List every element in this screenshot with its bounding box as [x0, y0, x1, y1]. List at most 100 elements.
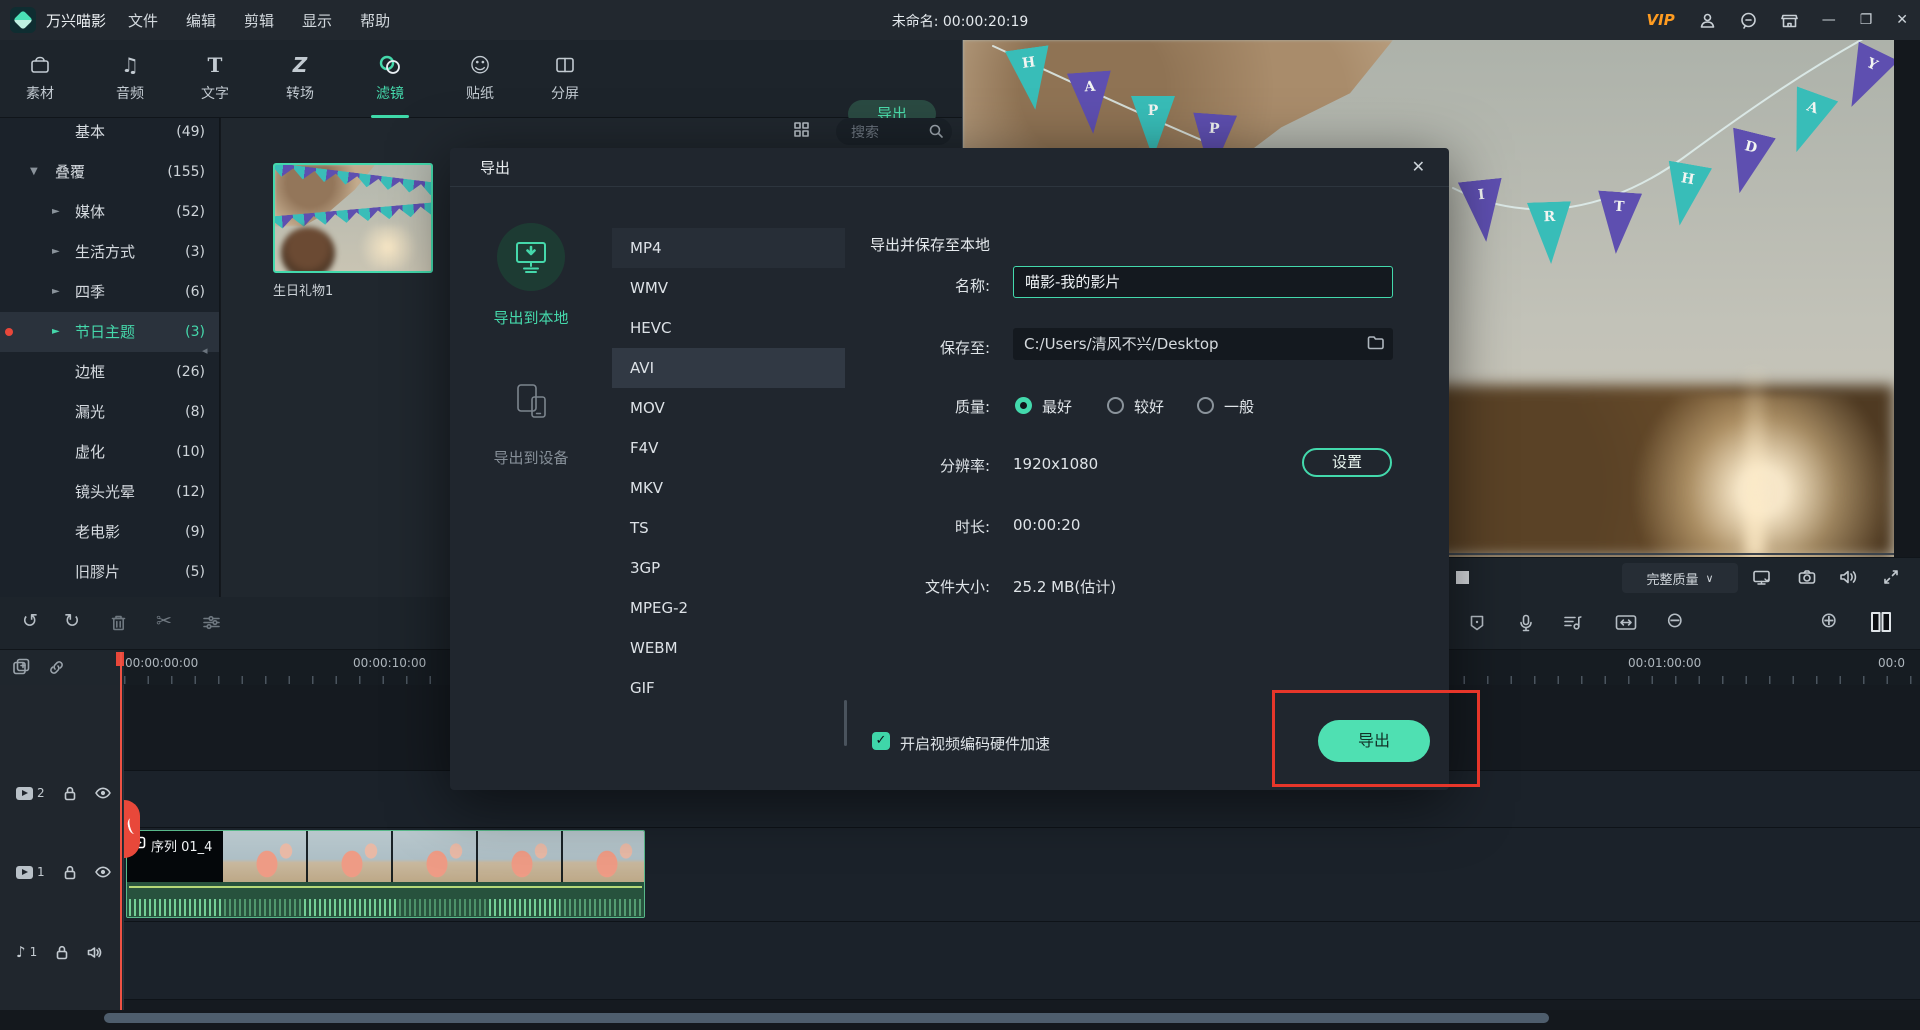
duplicate-icon[interactable]	[12, 658, 30, 676]
store-icon[interactable]	[1781, 12, 1798, 29]
sidebar-item[interactable]: ► 节日主题 (3)	[0, 312, 219, 352]
lock-icon[interactable]	[56, 945, 68, 960]
sidebar-item[interactable]: 边框 (26)	[0, 352, 219, 392]
zoom-in-icon[interactable]: ⊕	[1820, 608, 1838, 632]
sidebar-item[interactable]: ► 生活方式 (3)	[0, 232, 219, 272]
restore-button[interactable]: ❐	[1860, 12, 1873, 28]
tab-stickers[interactable]: ☺ 贴纸	[438, 44, 522, 118]
sidebar-item[interactable]: 基本 (49)	[0, 118, 219, 152]
tab-filters[interactable]: 滤镜	[348, 44, 432, 118]
snapshot-camera-icon[interactable]	[1798, 569, 1816, 585]
panel-collapse-icon[interactable]: ◂	[202, 344, 208, 357]
sidebar-item[interactable]: 漏光 (8)	[0, 392, 219, 432]
clip-transition-badge[interactable]	[124, 800, 140, 858]
hw-accel-checkbox[interactable]: ✓	[872, 732, 890, 750]
name-input[interactable]: 喵影-我的影片	[1013, 266, 1393, 298]
display-device-icon[interactable]	[1752, 569, 1771, 586]
quality-radio-better[interactable]	[1107, 397, 1124, 414]
tab-text[interactable]: T 文字	[173, 44, 257, 118]
eye-icon[interactable]	[95, 866, 111, 878]
format-option[interactable]: WEBM	[612, 628, 845, 668]
filter-thumbnail-selected[interactable]	[273, 163, 433, 273]
format-option[interactable]: 3GP	[612, 548, 845, 588]
link-icon[interactable]	[48, 659, 65, 676]
quality-option-label[interactable]: 一般	[1224, 396, 1254, 417]
marker-icon[interactable]	[1469, 614, 1485, 632]
fit-timeline-icon[interactable]	[1615, 614, 1637, 631]
feedback-icon[interactable]	[1740, 12, 1757, 29]
close-button[interactable]: ✕	[1896, 12, 1908, 28]
export-local-label[interactable]: 导出到本地	[450, 307, 612, 328]
format-option[interactable]: WMV	[612, 268, 845, 308]
sidebar-item[interactable]: 镜头光晕 (12)	[0, 472, 219, 512]
quality-option-label[interactable]: 较好	[1134, 396, 1164, 417]
format-option[interactable]: MKV	[612, 468, 845, 508]
volume-icon[interactable]	[1839, 569, 1857, 585]
playhead-line[interactable]	[120, 652, 122, 1010]
save-path-value: C:/Users/清风不兴/Desktop	[1024, 335, 1219, 353]
split-scissors-icon[interactable]: ✂	[156, 610, 172, 632]
record-voiceover-icon[interactable]	[1519, 614, 1533, 632]
format-list-scrollbar[interactable]	[844, 700, 847, 746]
menu-clip[interactable]: 剪辑	[244, 10, 274, 31]
folder-icon[interactable]	[1367, 335, 1384, 350]
format-label: GIF	[630, 679, 655, 697]
export-device-label[interactable]: 导出到设备	[450, 447, 612, 468]
search-placeholder: 搜索	[851, 122, 879, 142]
redo-icon[interactable]: ↻	[64, 610, 80, 632]
save-path-field[interactable]: C:/Users/清风不兴/Desktop	[1013, 328, 1393, 360]
menu-edit[interactable]: 编辑	[186, 10, 216, 31]
format-option[interactable]: MP4	[612, 228, 845, 268]
tab-splitscreen[interactable]: 分屏	[523, 44, 607, 118]
clip-filmstrip	[223, 831, 644, 882]
sidebar-item[interactable]: ▼ 叠覆 (155)	[0, 152, 219, 192]
minimize-button[interactable]: —	[1822, 12, 1836, 28]
sidebar-item[interactable]: 旧膠片 (5)	[0, 552, 219, 592]
menu-help[interactable]: 帮助	[360, 10, 390, 31]
playback-quality-dropdown[interactable]: 完整质量 ∨	[1622, 563, 1738, 593]
sidebar-item[interactable]: 虚化 (10)	[0, 432, 219, 472]
format-option[interactable]: AVI	[612, 348, 845, 388]
timeline-clip[interactable]: 序列 01_4	[126, 830, 645, 918]
menu-view[interactable]: 显示	[302, 10, 332, 31]
adjust-sliders-icon[interactable]	[202, 614, 221, 631]
audio-track-1-lane[interactable]	[0, 921, 1920, 1000]
fullscreen-icon[interactable]	[1883, 569, 1899, 585]
sidebar-item[interactable]: ► 四季 (6)	[0, 272, 219, 312]
quality-radio-best[interactable]	[1015, 397, 1032, 414]
grid-view-icon[interactable]	[793, 121, 810, 138]
undo-icon[interactable]: ↺	[22, 610, 38, 632]
resolution-settings-button[interactable]: 设置	[1302, 448, 1392, 477]
format-option[interactable]: GIF	[612, 668, 845, 708]
scrollbar-thumb[interactable]	[104, 1013, 1549, 1023]
stop-button[interactable]	[1456, 571, 1469, 584]
sidebar-item[interactable]: ► 媒体 (52)	[0, 192, 219, 232]
menu-file[interactable]: 文件	[128, 10, 158, 31]
hw-accel-label[interactable]: 开启视频编码硬件加速	[900, 733, 1050, 754]
zoom-out-icon[interactable]: ⊖	[1666, 608, 1684, 632]
tab-audio[interactable]: ♫ 音频	[88, 44, 172, 118]
delete-icon[interactable]	[110, 614, 127, 632]
search-input[interactable]: 搜索	[836, 118, 952, 145]
quality-option-label[interactable]: 最好	[1042, 396, 1072, 417]
dual-viewer-icon[interactable]	[1869, 611, 1893, 633]
tab-transition[interactable]: Z 转场	[258, 44, 342, 118]
speaker-icon[interactable]	[87, 946, 102, 959]
dialog-close-icon[interactable]: ✕	[1412, 157, 1425, 176]
quality-radio-normal[interactable]	[1197, 397, 1214, 414]
sidebar-item[interactable]: 老电影 (9)	[0, 512, 219, 552]
vip-badge[interactable]: VIP	[1647, 11, 1675, 29]
tab-media[interactable]: 素材	[0, 44, 82, 118]
export-device-tab[interactable]	[512, 381, 552, 421]
audio-mixer-icon[interactable]	[1563, 614, 1582, 631]
format-option[interactable]: HEVC	[612, 308, 845, 348]
format-option[interactable]: MPEG-2	[612, 588, 845, 628]
format-option[interactable]: TS	[612, 508, 845, 548]
eye-icon[interactable]	[95, 787, 111, 799]
lock-icon[interactable]	[64, 865, 76, 880]
export-local-tab[interactable]	[497, 223, 565, 291]
format-option[interactable]: F4V	[612, 428, 845, 468]
account-icon[interactable]	[1699, 12, 1716, 29]
lock-icon[interactable]	[64, 786, 76, 801]
format-option[interactable]: MOV	[612, 388, 845, 428]
